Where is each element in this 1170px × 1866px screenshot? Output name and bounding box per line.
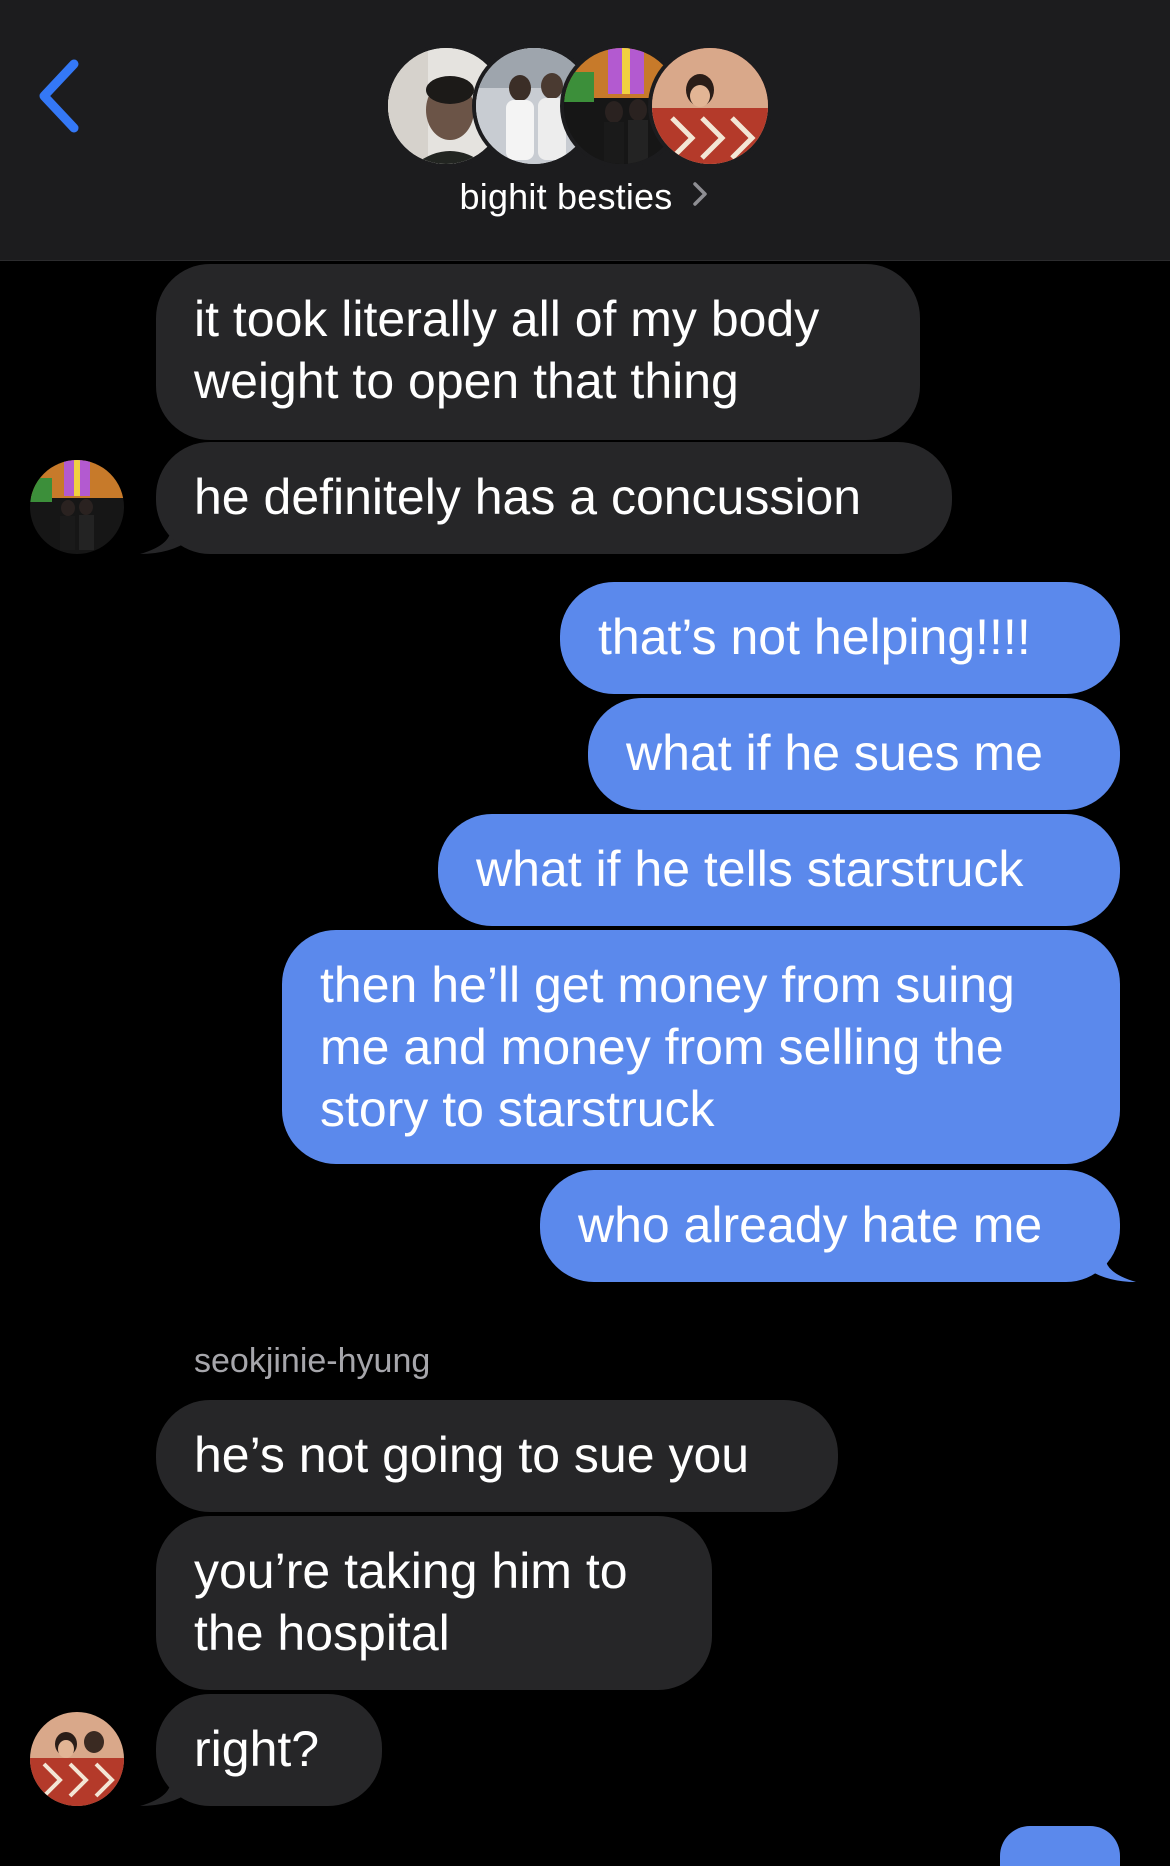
message-bubble[interactable]: what if he sues me [588,698,1120,810]
message-bubble[interactable]: he’s not going to sue you [156,1400,838,1512]
message-bubble[interactable]: it took literally all of my body weight … [156,264,920,440]
group-name-button[interactable]: bighit besties [0,176,1170,218]
back-button[interactable] [34,56,94,136]
message-bubble[interactable]: you’re taking him to the hospital [156,1516,712,1690]
conversation-header: bighit besties [0,0,1170,261]
message-bubble[interactable]: who already hate me [540,1170,1120,1282]
message-bubble[interactable]: right? [156,1694,382,1806]
chevron-right-icon [690,179,710,218]
avatar[interactable] [30,460,124,554]
sender-name: seokjinie-hyung [194,1342,431,1380]
message-bubble-partial[interactable] [1000,1826,1120,1866]
avatar[interactable] [30,1712,124,1806]
message-bubble[interactable]: that’s not helping!!!! [560,582,1120,694]
message-bubble[interactable]: what if he tells starstruck [438,814,1120,926]
chevron-left-icon [39,59,79,133]
group-name: bighit besties [459,176,673,217]
message-bubble[interactable]: he definitely has a concussion [156,442,952,554]
group-avatars[interactable] [384,44,804,170]
message-bubble[interactable]: then he’ll get money from suing me and m… [282,930,1120,1164]
avatar [648,44,772,168]
